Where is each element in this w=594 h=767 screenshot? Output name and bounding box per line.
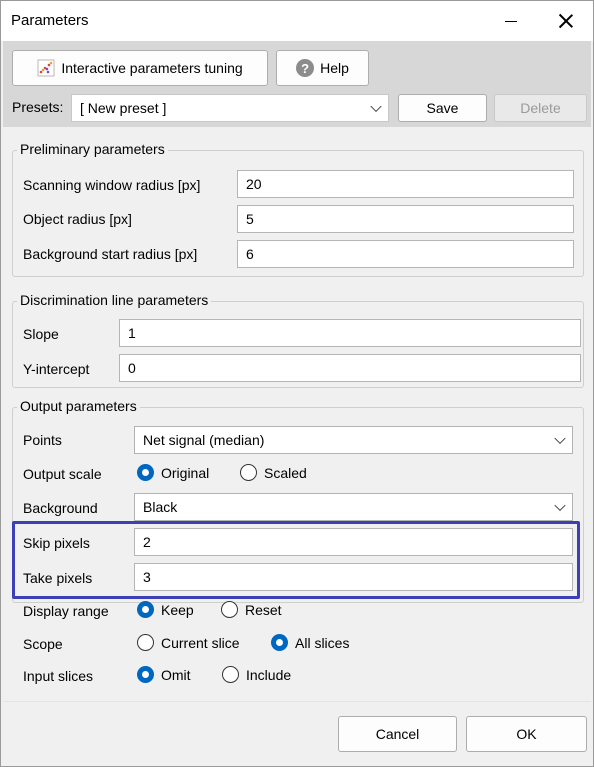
close-button[interactable]: [543, 1, 589, 41]
help-button[interactable]: ? Help: [276, 50, 369, 86]
radio-unselected-icon: [222, 666, 239, 683]
radio-selected-icon: [137, 601, 154, 618]
display-range-label: Display range: [23, 603, 109, 619]
points-label: Points: [23, 432, 62, 448]
minimize-button[interactable]: [488, 1, 534, 41]
y-intercept-label: Y-intercept: [23, 361, 90, 377]
presets-select[interactable]: [ New preset ]: [71, 94, 389, 122]
footer-divider: [3, 701, 591, 702]
scope-current-radio[interactable]: Current slice: [137, 634, 240, 651]
input-include-label: Include: [246, 666, 292, 683]
background-value: Black: [143, 499, 178, 515]
slope-field[interactable]: 1: [119, 319, 581, 347]
parameters-dialog: Parameters Interactive parameters tuning…: [0, 0, 594, 767]
background-select[interactable]: Black: [134, 493, 573, 521]
radio-selected-icon: [137, 666, 154, 683]
discrimination-title: Discrimination line parameters: [17, 292, 212, 308]
input-include-radio[interactable]: Include: [222, 666, 291, 683]
close-icon: [559, 14, 573, 28]
minimize-icon: [505, 20, 517, 22]
points-select[interactable]: Net signal (median): [134, 426, 573, 454]
radio-unselected-icon: [240, 464, 257, 481]
display-keep-label: Keep: [161, 601, 194, 618]
chevron-down-icon: [370, 100, 382, 113]
display-keep-radio[interactable]: Keep: [137, 601, 194, 618]
radio-unselected-icon: [137, 634, 154, 651]
object-radius-label: Object radius [px]: [23, 211, 132, 227]
object-radius-value: 5: [246, 211, 254, 227]
output-scale-label: Output scale: [23, 466, 102, 482]
points-value: Net signal (median): [143, 432, 265, 448]
save-preset-button[interactable]: Save: [398, 94, 487, 122]
interactive-tuning-button[interactable]: Interactive parameters tuning: [12, 50, 268, 86]
chevron-down-icon: [554, 432, 566, 445]
scale-scaled-radio[interactable]: Scaled: [240, 464, 307, 481]
scale-original-radio[interactable]: Original: [137, 464, 209, 481]
highlight-box: [12, 521, 580, 599]
input-omit-label: Omit: [161, 666, 191, 683]
y-intercept-field[interactable]: 0: [119, 354, 581, 382]
display-reset-radio[interactable]: Reset: [221, 601, 282, 618]
slope-label: Slope: [23, 326, 59, 342]
scale-original-label: Original: [161, 464, 210, 481]
scale-scaled-label: Scaled: [264, 464, 307, 481]
scanning-radius-label: Scanning window radius [px]: [23, 177, 201, 193]
object-radius-field[interactable]: 5: [237, 205, 574, 233]
ok-button[interactable]: OK: [466, 716, 587, 752]
output-title: Output parameters: [17, 398, 140, 414]
window-title: Parameters: [11, 12, 89, 29]
title-bar: Parameters: [1, 1, 593, 41]
background-start-label: Background start radius [px]: [23, 246, 198, 262]
background-start-field[interactable]: 6: [237, 240, 574, 268]
scope-all-radio[interactable]: All slices: [271, 634, 349, 651]
delete-preset-button[interactable]: Delete: [494, 94, 587, 122]
presets-label: Presets:: [12, 99, 64, 115]
scope-all-label: All slices: [295, 634, 350, 651]
preliminary-title: Preliminary parameters: [17, 141, 168, 157]
scatter-plot-icon: [37, 59, 55, 77]
radio-selected-icon: [271, 634, 288, 651]
slope-value: 1: [128, 325, 136, 341]
scanning-radius-field[interactable]: 20: [237, 170, 574, 198]
scope-current-label: Current slice: [161, 634, 240, 651]
radio-unselected-icon: [221, 601, 238, 618]
interactive-tuning-label: Interactive parameters tuning: [61, 60, 243, 76]
help-icon: ?: [296, 59, 315, 77]
radio-selected-icon: [137, 464, 154, 481]
chevron-down-icon: [554, 499, 566, 512]
background-label: Background: [23, 500, 98, 516]
y-intercept-value: 0: [128, 360, 136, 376]
input-omit-radio[interactable]: Omit: [137, 666, 191, 683]
presets-value: [ New preset ]: [80, 100, 167, 116]
background-start-value: 6: [246, 246, 254, 262]
scope-label: Scope: [23, 636, 63, 652]
display-reset-label: Reset: [245, 601, 282, 618]
input-slices-label: Input slices: [23, 668, 94, 684]
scanning-radius-value: 20: [246, 176, 262, 192]
cancel-button[interactable]: Cancel: [338, 716, 457, 752]
help-label: Help: [320, 60, 349, 76]
